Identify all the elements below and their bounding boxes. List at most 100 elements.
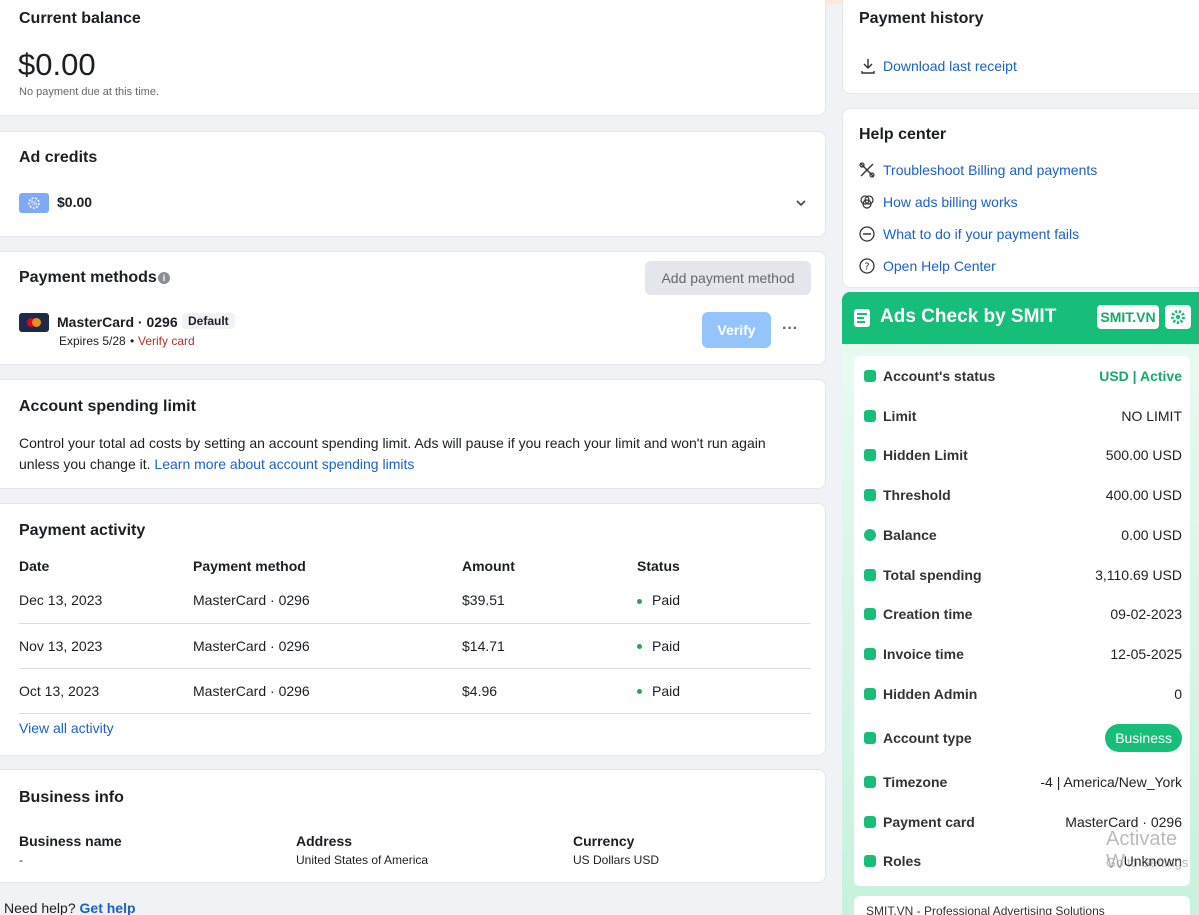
- smit-row-hidden-admin: Hidden Admin 0: [864, 684, 1182, 704]
- spending-limit-title: Account spending limit: [19, 398, 196, 415]
- help-item-label: How ads billing works: [883, 194, 1018, 210]
- ad-credits-amount: $0.00: [57, 194, 93, 210]
- column-header-method: Payment method: [193, 558, 306, 574]
- learn-more-link[interactable]: Learn more about account spending limits: [154, 456, 414, 472]
- verify-card-link[interactable]: Verify card: [138, 334, 195, 348]
- smit-row-label: Payment card: [883, 814, 975, 830]
- spending-limit-card: Account spending limit Control your tota…: [0, 379, 826, 489]
- smit-row-label: Total spending: [883, 567, 982, 583]
- table-row[interactable]: Nov 13, 2023 MasterCard · 0296 $14.71 Pa…: [19, 623, 811, 669]
- smit-vn-badge[interactable]: SMIT.VN: [1097, 305, 1159, 329]
- svg-text:%: %: [31, 200, 38, 208]
- question-circle-icon: ?: [859, 258, 875, 274]
- smit-row-limit: Limit NO LIMIT: [864, 406, 1182, 426]
- smit-row-value: -4 | America/New_York: [1040, 774, 1182, 790]
- smit-row-label: Account type: [883, 730, 972, 746]
- business-name-label: Business name: [19, 833, 122, 849]
- smit-row-balance: Balance 0.00 USD: [864, 525, 1182, 545]
- row-amount: $39.51: [462, 578, 637, 624]
- smit-row-label: Balance: [883, 527, 937, 543]
- row-amount: $14.71: [462, 623, 637, 669]
- smit-row-value: 3,110.69 USD: [1095, 567, 1182, 583]
- current-balance-note: No payment due at this time.: [19, 86, 160, 98]
- row-date: Nov 13, 2023: [19, 623, 193, 669]
- row-status-text: Paid: [652, 637, 681, 654]
- smit-row-timezone: Timezone -4 | America/New_York: [864, 772, 1182, 792]
- report-icon: [854, 309, 870, 327]
- currency-value: US Dollars USD: [573, 853, 660, 867]
- get-help-link[interactable]: Get help: [80, 900, 136, 915]
- smit-row-value: NO LIMIT: [1121, 408, 1182, 424]
- help-item-open-help-center[interactable]: ? Open Help Center: [859, 256, 996, 276]
- smit-row-value: 0: [1174, 686, 1182, 702]
- smit-row-threshold: Threshold 400.00 USD: [864, 485, 1182, 505]
- business-name-value: -: [19, 853, 23, 867]
- current-balance-amount: $0.00: [18, 47, 96, 82]
- download-last-receipt-link[interactable]: Download last receipt: [883, 58, 1017, 74]
- smit-footer: SMIT.VN - Professional Advertising Solut…: [854, 896, 1190, 915]
- limit-icon: [864, 410, 876, 422]
- threshold-icon: [864, 489, 876, 501]
- smit-row-value: 12-05-2025: [1110, 646, 1182, 662]
- download-icon: [861, 58, 875, 79]
- help-center-card: Help center Troubleshoot Billing and pay…: [842, 108, 1199, 288]
- ads-check-header: Ads Check by SMIT SMIT.VN: [842, 292, 1199, 344]
- smit-row-value: 0.00 USD: [1121, 527, 1182, 543]
- currency-label: Currency: [573, 833, 635, 849]
- mastercard-logo-icon: [19, 313, 49, 332]
- calendar-icon: [864, 608, 876, 620]
- payment-activity-card: Payment activity Date Payment method Amo…: [0, 503, 826, 756]
- row-status-text: Paid: [652, 592, 681, 609]
- help-item-billing[interactable]: How ads billing works: [859, 192, 1018, 212]
- help-center-title: Help center: [859, 126, 947, 143]
- row-method: MasterCard · 0296: [193, 578, 462, 624]
- ads-check-body: Account's status USD | Active Limit NO LIM…: [854, 356, 1190, 886]
- help-item-label: Troubleshoot Billing and payments: [883, 162, 1098, 178]
- smit-row-value: 500.00 USD: [1105, 447, 1182, 463]
- smit-row-label: Invoice time: [883, 646, 964, 662]
- more-options-icon[interactable]: ···: [782, 320, 798, 338]
- business-info-title: Business info: [19, 789, 124, 806]
- ad-credit-coupon-icon: %: [19, 193, 49, 213]
- need-help-text: Need help?: [4, 900, 76, 915]
- row-status: Paid: [637, 623, 811, 669]
- smit-row-value: USD | Active: [1099, 368, 1182, 384]
- status-dot-icon: [637, 689, 642, 695]
- row-status: Paid: [637, 668, 811, 714]
- table-row[interactable]: Oct 13, 2023 MasterCard · 0296 $4.96 Pai…: [19, 668, 811, 714]
- add-payment-method-button[interactable]: Add payment method: [645, 261, 811, 295]
- row-status-text: Paid: [652, 682, 681, 699]
- status-dot-icon: [637, 599, 642, 605]
- card-icon: [864, 816, 876, 828]
- ads-check-panel: Ads Check by SMIT SMIT.VN Account's stat…: [842, 292, 1199, 915]
- help-item-label: Open Help Center: [883, 258, 996, 274]
- column-header-status: Status: [637, 558, 680, 574]
- table-header-row: Date Payment method Amount Status: [19, 554, 811, 578]
- payment-methods-title: Payment methods: [19, 269, 157, 286]
- shield-icon: [864, 688, 876, 700]
- tools-icon: [859, 162, 875, 178]
- current-balance-card: Current balance $0.00 No payment due at …: [0, 0, 826, 116]
- smit-row-creation-time: Creation time 09-02-2023: [864, 604, 1182, 624]
- chevron-down-icon[interactable]: [795, 196, 807, 214]
- account-icon: [864, 732, 876, 744]
- smit-row-label: Timezone: [883, 774, 948, 790]
- hidden-limit-icon: [864, 449, 876, 461]
- status-dot-icon: [637, 644, 642, 650]
- gear-icon[interactable]: [1165, 305, 1191, 329]
- card-name: MasterCard · 0296: [57, 314, 178, 330]
- smit-row-label: Account's status: [883, 368, 996, 384]
- ad-credits-card: Ad credits % $0.00: [0, 131, 826, 237]
- spending-icon: [864, 569, 876, 581]
- verify-button[interactable]: Verify: [702, 312, 771, 348]
- smit-row-label: Hidden Admin: [883, 686, 978, 702]
- table-row[interactable]: Dec 13, 2023 MasterCard · 0296 $39.51 Pa…: [19, 578, 811, 624]
- address-label: Address: [296, 833, 353, 849]
- info-icon[interactable]: i: [158, 272, 170, 284]
- smit-row-hidden-limit: Hidden Limit 500.00 USD: [864, 445, 1182, 465]
- view-all-activity-link[interactable]: View all activity: [19, 720, 114, 736]
- business-info-card: Business info Business name - Address Un…: [0, 769, 826, 883]
- help-item-payment-fails[interactable]: What to do if your payment fails: [859, 224, 1079, 244]
- help-item-troubleshoot[interactable]: Troubleshoot Billing and payments: [859, 160, 1097, 180]
- row-method: MasterCard · 0296: [193, 668, 462, 714]
